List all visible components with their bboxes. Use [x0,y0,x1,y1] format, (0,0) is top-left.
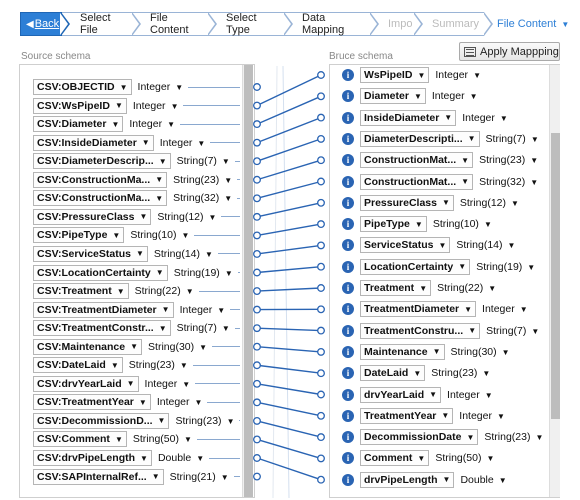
source-endpoint [253,398,261,407]
mapping-link [256,244,322,255]
mapping-connectors [253,65,325,499]
destination-endpoint [317,241,325,250]
source-endpoint [253,268,261,277]
destination-endpoint [317,134,325,143]
destination-endpoint [317,220,325,229]
destination-endpoint [317,284,325,292]
mapping-link [256,159,322,181]
source-endpoint [253,342,261,351]
source-endpoint [253,361,261,370]
mapping-link [256,223,322,237]
mapping-link [256,287,322,292]
source-endpoint [253,416,261,425]
destination-endpoint [317,475,325,484]
mapping-link [256,364,322,374]
mapping-link [256,202,322,218]
destination-endpoint [317,177,325,186]
destination-endpoint [317,326,325,335]
mapping-link [256,401,322,417]
destination-endpoint [317,454,325,463]
mapping-link [256,438,322,460]
source-endpoint [253,249,261,258]
mapping-link [256,180,322,199]
destination-endpoint [317,71,325,79]
mapping-link [256,346,322,353]
source-endpoint [253,305,261,314]
destination-endpoint [317,347,325,356]
destination-endpoint [317,433,325,442]
destination-endpoint [317,390,325,399]
destination-endpoint [317,305,325,314]
destination-endpoint [317,156,325,165]
source-endpoint [253,324,261,333]
source-endpoint [253,379,261,388]
destination-endpoint [317,369,325,378]
destination-endpoint [317,113,325,122]
source-endpoint [253,287,261,295]
source-endpoint [253,157,261,166]
source-endpoint [253,454,261,462]
mapping-link [256,138,322,162]
source-endpoint [253,194,261,203]
source-endpoint [253,101,261,110]
mapping-link [256,116,322,144]
connector-guide-line [272,65,278,499]
destination-endpoint [317,198,325,207]
source-endpoint [253,138,261,147]
destination-endpoint [317,92,325,101]
source-endpoint [253,472,261,481]
source-endpoint [253,83,261,91]
destination-endpoint [317,411,325,420]
source-endpoint [253,212,261,221]
destination-endpoint [317,262,325,271]
source-endpoint [253,435,261,444]
mapping-link [256,383,322,396]
source-endpoint [253,175,261,184]
source-endpoint [253,231,261,240]
mapping-link [256,266,322,274]
mapping-link [256,327,322,332]
mapping-link [256,420,322,438]
source-endpoint [253,120,261,129]
